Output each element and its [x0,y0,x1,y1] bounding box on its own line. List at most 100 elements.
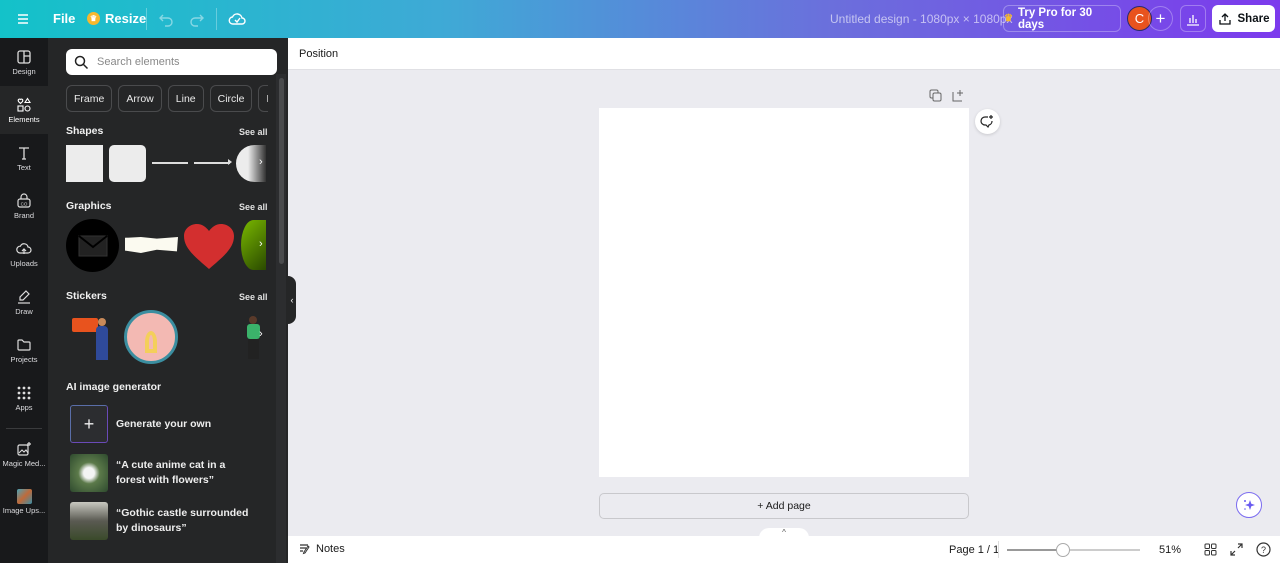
ai-generate-own[interactable]: + Generate your own [70,405,256,443]
crown-icon: ♛ [1004,13,1013,24]
cat-thumbnail [70,454,108,492]
ai-item-label: Generate your own [116,417,212,430]
zoom-slider[interactable] [1007,543,1140,557]
chip-line[interactable]: Line [167,85,204,112]
rail-item-image-upscaler[interactable]: Image Ups... [0,478,48,526]
graphics-see-all[interactable]: See all [239,202,268,212]
rail-item-draw[interactable]: Draw [0,278,48,326]
rail-label: Draw [15,306,33,316]
grid-icon [17,386,31,399]
graphic-heart[interactable] [184,224,234,270]
redo-icon[interactable] [188,10,206,33]
chip-more[interactable]: D [258,85,268,112]
try-pro-button[interactable]: ♛ Try Pro for 30 days [1003,5,1121,32]
page-actions [929,89,965,102]
rail-item-uploads[interactable]: Uploads [0,230,48,278]
crown-icon: ♛ [87,12,100,25]
cloud-saved-icon[interactable] [227,9,247,34]
zoom-slider-fill [1007,549,1063,551]
collapse-panel-button[interactable]: ‹ [288,276,296,324]
image-upscaler-icon [16,489,32,504]
chevron-right-icon[interactable]: › [259,328,263,340]
zoom-slider-thumb[interactable] [1056,543,1070,557]
side-rail: Design Elements Text CO Brand Uploads Dr… [0,38,48,563]
add-collaborator-button[interactable]: + [1148,6,1173,31]
chip-frame[interactable]: Frame [66,85,113,112]
svg-text:CO: CO [21,201,28,206]
add-comment-button[interactable] [975,109,1000,134]
brand-icon: CO [17,192,31,208]
help-icon[interactable]: ? [1256,542,1271,557]
add-page-button[interactable]: + Add page [599,493,969,519]
notes-button[interactable]: Notes [299,543,345,555]
magic-assistant-button[interactable] [1236,492,1262,518]
arrow-head-icon [228,159,232,165]
search-box[interactable] [66,49,277,75]
rail-label: Design [12,66,36,76]
shape-rounded-square[interactable] [109,145,146,182]
stickers-see-all[interactable]: See all [239,292,268,302]
try-pro-label: Try Pro for 30 days [1017,6,1093,31]
ai-item-label: “A cute anime cat in a forest with flowe… [116,459,226,486]
sticker-presenter[interactable] [72,314,112,362]
graphics-title: Graphics [66,200,112,212]
shapes-see-all[interactable]: See all [239,127,268,137]
share-label: Share [1237,12,1270,25]
add-page-icon[interactable] [952,89,965,102]
resize-button[interactable]: ♛ Resize [87,11,146,26]
fullscreen-icon[interactable] [1230,543,1243,556]
ai-suggestion-cat[interactable]: “A cute anime cat in a forest with flowe… [70,454,256,492]
rail-label: Magic Med... [2,458,46,468]
rail-item-design[interactable]: Design [0,38,48,86]
text-icon [19,146,29,160]
chip-arrow[interactable]: Arrow [118,85,162,112]
design-canvas[interactable] [599,108,969,477]
rail-label: Projects [10,354,38,364]
page-indicator[interactable]: Page 1 / 1 [949,544,999,556]
rail-item-elements[interactable]: Elements [0,86,48,134]
magic-media-icon [17,441,31,456]
bottom-bar: Notes Page 1 / 1 51% ? [288,536,1280,563]
rail-item-apps[interactable]: Apps [0,374,48,422]
sticker-prevention-day[interactable] [124,310,178,364]
menu-icon[interactable] [14,10,32,28]
shape-square[interactable] [66,145,103,182]
rail-item-brand[interactable]: CO Brand [0,182,48,230]
rail-item-magic-media[interactable]: Magic Med... [0,430,48,478]
rail-item-projects[interactable]: Projects [0,326,48,374]
grid-view-icon[interactable] [1204,543,1217,556]
rail-label: Image Ups... [2,506,46,515]
graphic-mail-circle[interactable] [66,219,119,272]
graphic-torn-paper[interactable] [125,237,178,253]
share-button[interactable]: Share [1212,5,1275,32]
ai-suggestion-castle[interactable]: “Gothic castle surrounded by dinosaurs” [70,502,256,540]
insights-button[interactable] [1180,5,1206,32]
ai-generator-title: AI image generator [66,381,162,393]
pen-icon [18,289,30,304]
svg-text:?: ? [1261,545,1266,555]
shape-line[interactable] [152,162,188,164]
plus-icon: + [70,405,108,443]
panel-scrollbar[interactable] [279,78,284,264]
chip-circle[interactable]: Circle [209,85,253,112]
duplicate-page-icon[interactable] [929,89,942,102]
chevron-right-icon[interactable]: › [259,156,263,168]
chevron-right-icon[interactable]: › [259,238,263,250]
search-input[interactable] [97,56,257,68]
undo-icon[interactable] [157,10,175,33]
divider [216,8,217,30]
rail-item-text[interactable]: Text [0,134,48,182]
file-menu-button[interactable]: File [53,11,75,26]
design-title[interactable]: Untitled design - 1080px × 1080px [830,12,1012,26]
rail-label: Apps [15,402,33,412]
resize-label: Resize [105,11,147,26]
position-button[interactable]: Position [299,48,338,60]
zoom-percent[interactable]: 51% [1159,544,1181,556]
ai-item-label: “Gothic castle surrounded by dinosaurs” [116,507,249,534]
bar-chart-icon [1187,14,1199,26]
shape-arrow[interactable] [194,162,230,164]
chip-row: Frame Arrow Line Circle D [66,85,268,112]
cloud-upload-icon [16,242,32,254]
top-bar: File ♛ Resize Untitled design - 1080px ×… [0,0,1280,38]
context-toolbar: Position [288,38,1280,70]
